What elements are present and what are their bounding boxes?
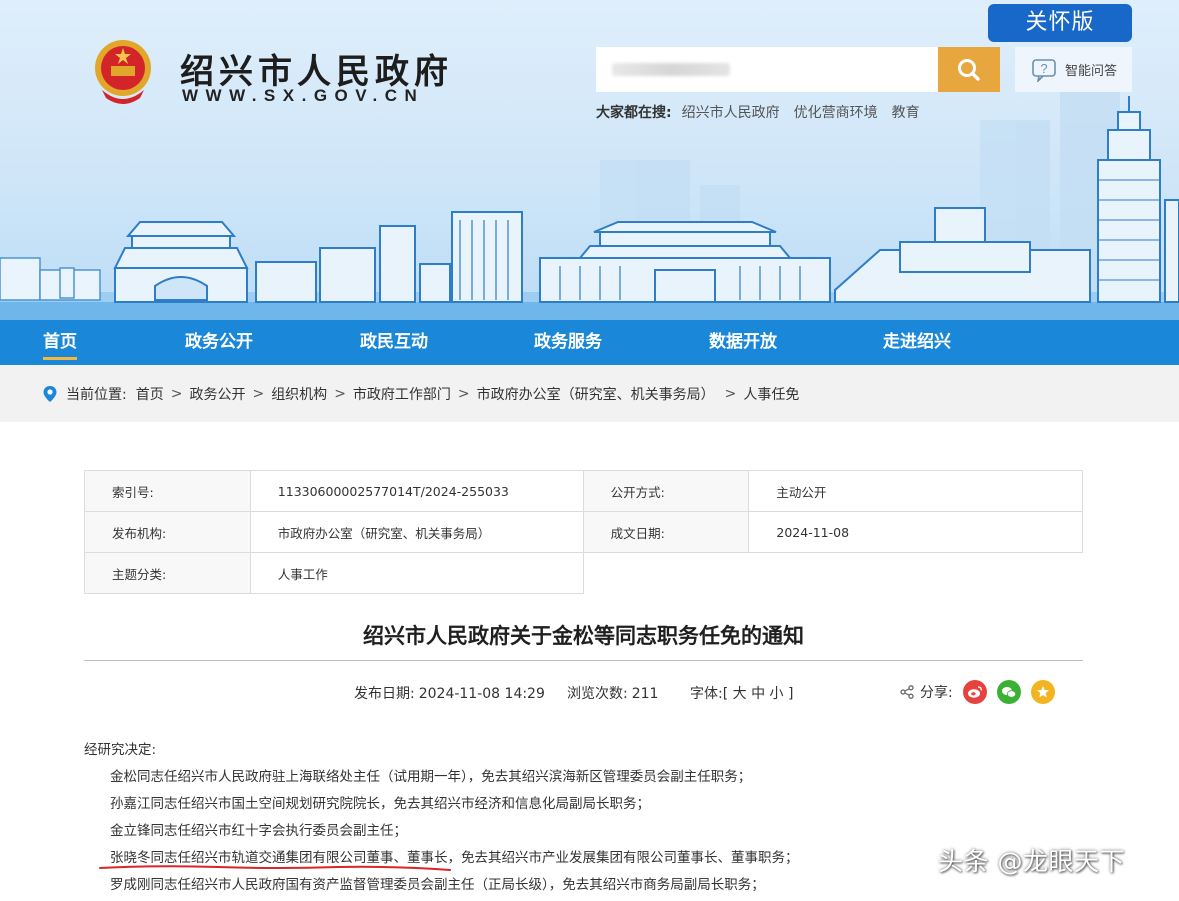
star-icon bbox=[1036, 686, 1049, 698]
doc-date-label: 成文日期: bbox=[582, 511, 750, 553]
wechat-share-icon[interactable] bbox=[996, 680, 1021, 704]
hot-search-bar: 大家都在搜: 绍兴市人民政府 优化营商环境 教育 bbox=[596, 102, 920, 122]
publisher-value: 市政府办公室（研究室、机关事务局） bbox=[249, 511, 584, 553]
font-size-selector[interactable]: 字体:[ 大 中 小 ] bbox=[690, 683, 793, 703]
table-row: 发布机构: 市政府办公室（研究室、机关事务局） 成文日期: 2024-11-08 bbox=[84, 511, 1083, 553]
hot-search-item[interactable]: 绍兴市人民政府 bbox=[682, 102, 780, 122]
favorite-share-icon[interactable] bbox=[1030, 680, 1055, 704]
views-label: 浏览次数: bbox=[567, 686, 628, 702]
document-meta-table: 索引号: 11330600002577014T/2024-255033 公开方式… bbox=[84, 470, 1083, 594]
breadcrumb-item[interactable]: 组织机构 bbox=[271, 384, 327, 404]
nav-item-about-city[interactable]: 走进绍兴 bbox=[883, 320, 951, 365]
site-url: WWW.SX.GOV.CN bbox=[182, 86, 425, 105]
nav-item-open-data[interactable]: 数据开放 bbox=[709, 320, 777, 365]
hot-search-item[interactable]: 优化营商环境 bbox=[794, 102, 878, 122]
nav-item-gov-service[interactable]: 政务服务 bbox=[534, 320, 602, 365]
table-row: 索引号: 11330600002577014T/2024-255033 公开方式… bbox=[84, 470, 1083, 512]
breadcrumb: 当前位置: 首页 > 政务公开 > 组织机构 > 市政府工作部门 > 市政府办公… bbox=[42, 384, 799, 404]
public-mode-label: 公开方式: bbox=[582, 470, 750, 512]
breadcrumb-item[interactable]: 市政府办公室（研究室、机关事务局） bbox=[477, 384, 715, 404]
publish-date-info: 发布日期: 2024-11-08 14:29 bbox=[354, 683, 545, 703]
share-bar: 分享: bbox=[900, 680, 1055, 704]
breadcrumb-separator: > bbox=[170, 386, 183, 402]
publish-date-value: 2024-11-08 14:29 bbox=[418, 686, 545, 702]
chat-question-icon: ? bbox=[1032, 58, 1056, 82]
article-paragraph: 金松同志任绍兴市人民政府驻上海联络处主任（试用期一年），免去其绍兴滨海新区管理委… bbox=[110, 769, 752, 785]
breadcrumb-item-current: 人事任免 bbox=[743, 387, 800, 403]
red-handdrawn-underline bbox=[99, 865, 451, 871]
location-pin-icon bbox=[43, 386, 57, 402]
article-paragraph: 孙嘉江同志任绍兴市国土空间规划研究院院长，免去其绍兴市经济和信息化局副局长职务； bbox=[110, 796, 650, 812]
weibo-share-icon[interactable] bbox=[962, 680, 987, 704]
article-paragraph: 罗成刚同志任绍兴市人民政府国有资产监督管理委员会副主任（正局长级），免去其绍兴市… bbox=[110, 877, 765, 893]
hot-search-label: 大家都在搜: bbox=[596, 105, 672, 121]
share-label: 分享: bbox=[920, 685, 953, 701]
wechat-icon bbox=[1001, 687, 1016, 698]
public-mode-value: 主动公开 bbox=[748, 470, 1083, 512]
breadcrumb-separator: > bbox=[724, 386, 737, 402]
site-header: 绍兴市人民政府 WWW.SX.GOV.CN 关怀版 ? 智能问答 大家都在搜: … bbox=[0, 0, 1179, 320]
article-title: 绍兴市人民政府关于金松等同志职务任免的通知 bbox=[363, 624, 804, 648]
breadcrumb-label: 当前位置: bbox=[66, 387, 127, 403]
topic-label: 主题分类: bbox=[84, 552, 251, 594]
article-paragraph: 金立锋同志任绍兴市红十字会执行委员会副主任； bbox=[110, 823, 407, 839]
care-version-button[interactable]: 关怀版 bbox=[988, 4, 1132, 42]
breadcrumb-separator: > bbox=[252, 386, 265, 402]
index-no-label: 索引号: bbox=[84, 470, 251, 512]
search-button[interactable] bbox=[938, 47, 1000, 92]
svg-text:?: ? bbox=[1040, 61, 1047, 76]
doc-date-value: 2024-11-08 bbox=[748, 511, 1083, 553]
empty-cell bbox=[583, 553, 749, 594]
national-emblem-icon bbox=[95, 40, 151, 104]
main-nav: 首页 政务公开 政民互动 政务服务 数据开放 走进绍兴 bbox=[0, 320, 1179, 365]
breadcrumb-separator: > bbox=[457, 386, 470, 402]
publisher-label: 发布机构: bbox=[84, 511, 251, 553]
search-icon bbox=[958, 58, 980, 81]
breadcrumb-item[interactable]: 首页 bbox=[136, 384, 164, 404]
breadcrumb-bar: 当前位置: 首页 > 政务公开 > 组织机构 > 市政府工作部门 > 市政府办公… bbox=[0, 365, 1179, 422]
smart-qa-button[interactable]: ? 智能问答 bbox=[1015, 47, 1132, 92]
breadcrumb-separator: > bbox=[334, 386, 346, 402]
table-row: 主题分类: 人事工作 bbox=[84, 552, 1083, 594]
nav-item-home[interactable]: 首页 bbox=[43, 320, 77, 365]
nav-item-interaction[interactable]: 政民互动 bbox=[360, 320, 428, 365]
smart-qa-label: 智能问答 bbox=[1065, 64, 1118, 79]
views-value: 211 bbox=[631, 686, 659, 702]
share-icon bbox=[900, 685, 914, 699]
article-intro: 经研究决定: bbox=[84, 742, 157, 758]
empty-cell bbox=[749, 553, 1083, 594]
breadcrumb-item[interactable]: 市政府工作部门 bbox=[353, 384, 451, 404]
publish-date-label: 发布日期: bbox=[354, 686, 415, 702]
index-no-value: 11330600002577014T/2024-255033 bbox=[249, 470, 584, 512]
nav-item-gov-open[interactable]: 政务公开 bbox=[185, 320, 253, 365]
hot-search-item[interactable]: 教育 bbox=[892, 102, 920, 122]
title-divider bbox=[84, 660, 1083, 661]
search-blurred-text bbox=[612, 63, 730, 76]
city-skyline-illustration bbox=[0, 90, 1179, 320]
toutiao-watermark: 头条 @龙眼天下 bbox=[938, 847, 1125, 876]
breadcrumb-item[interactable]: 政务公开 bbox=[189, 384, 245, 404]
views-info: 浏览次数: 211 bbox=[567, 683, 658, 703]
weibo-icon bbox=[967, 686, 982, 698]
topic-value: 人事工作 bbox=[249, 552, 584, 594]
